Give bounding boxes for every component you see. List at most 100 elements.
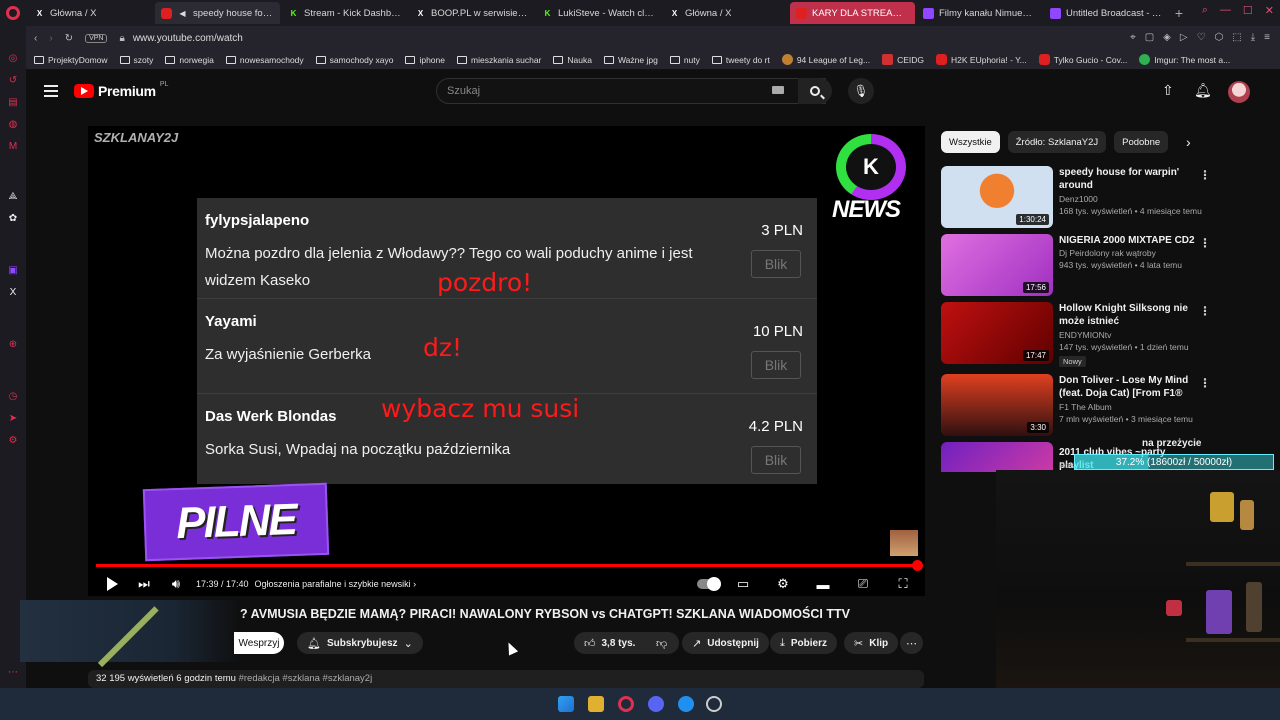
progress-bar[interactable]	[96, 564, 917, 567]
fullscreen-icon[interactable]: ⛶	[887, 572, 919, 596]
dislike-button[interactable]: 👎︎	[644, 632, 680, 654]
bookmark-item[interactable]: mieszkania suchar	[457, 55, 541, 65]
autoplay-toggle[interactable]	[697, 577, 721, 591]
bookmark-item[interactable]: norwegia	[165, 55, 214, 65]
youtube-premium-logo[interactable]: Premium PL	[74, 81, 168, 99]
chip-similar[interactable]: Podobne	[1114, 131, 1169, 153]
recommendation-item[interactable]: 17:56 NIGERIA 2000 MIXTAPE CD2 Dj Peirdo…	[941, 234, 1271, 296]
bookmark-item[interactable]: Nauka	[553, 55, 592, 65]
play-button[interactable]	[96, 572, 128, 596]
tab-6[interactable]: KARY DLA STREAMERÓW	[790, 2, 915, 24]
history-icon[interactable]: ↺	[7, 74, 19, 86]
bookmark-item[interactable]: ProjektyDomow	[34, 55, 108, 65]
url-field[interactable]: www.youtube.com/watch	[133, 33, 243, 44]
play-icon[interactable]: ▷	[1180, 32, 1188, 43]
snapshot-icon[interactable]: ▢	[1145, 32, 1154, 43]
bookmark-item[interactable]: iphone	[405, 55, 445, 65]
file-explorer-icon[interactable]	[588, 696, 604, 712]
chip-all[interactable]: Wszystkie	[941, 131, 1000, 153]
keyboard-icon[interactable]	[772, 86, 784, 94]
chip-source[interactable]: Źródło: SzklanaY2J	[1007, 131, 1107, 153]
tab-0[interactable]: X Główna / X	[28, 2, 153, 24]
bookmark-item[interactable]: samochody xayo	[315, 55, 393, 65]
maximize-icon[interactable]: ☐	[1243, 4, 1253, 17]
add-icon[interactable]: ⊕	[7, 338, 19, 350]
more-icon[interactable]: ⋯	[7, 666, 19, 678]
progress-scrubber[interactable]	[912, 560, 923, 571]
discord-icon[interactable]	[648, 696, 664, 712]
video-thumbnail[interactable]: 17:47	[941, 302, 1053, 364]
avatar[interactable]	[1228, 81, 1250, 103]
download-icon[interactable]: ⤓	[1251, 32, 1255, 43]
aria-icon[interactable]: ◎	[7, 52, 19, 64]
description-box[interactable]: 32 195 wyświetleń 6 godzin temu #redakcj…	[88, 670, 924, 688]
search-input[interactable]: Szukaj	[436, 78, 826, 104]
apps-icon[interactable]: ⟁	[7, 190, 19, 202]
back-icon[interactable]: ‹	[34, 33, 37, 44]
reload-icon[interactable]: ↻	[65, 33, 73, 44]
tab-5[interactable]: X Główna / X	[663, 2, 788, 24]
forward-icon[interactable]: ›	[49, 33, 52, 44]
vpn-badge[interactable]: VPN	[85, 33, 108, 43]
bookmark-item[interactable]: nuty	[669, 55, 700, 65]
tab-3[interactable]: X BOOP.PL w serwisie X: „	[409, 2, 534, 24]
volume-button[interactable]: 🔊︎	[160, 572, 192, 596]
notifications-bell-icon[interactable]: 🔔︎	[1194, 82, 1212, 99]
clip-button[interactable]: ✂ Klip	[844, 632, 899, 654]
extensions-icon[interactable]: ⬡	[1215, 32, 1224, 43]
video-thumbnail[interactable]: 17:56	[941, 234, 1053, 296]
tab-1[interactable]: ◀speedy house for warpin' around	[155, 2, 280, 24]
heart-icon[interactable]: ♡	[1197, 32, 1206, 43]
hamburger-menu-icon[interactable]	[44, 85, 58, 97]
minimize-icon[interactable]: —	[1220, 4, 1231, 17]
recommendation-item[interactable]: 1:30:24 speedy house for warpin' around …	[941, 166, 1271, 228]
tab-2[interactable]: K Stream - Kick Dashboard	[282, 2, 407, 24]
bookmark-item[interactable]: H2K EUphoria! - Y...	[936, 54, 1027, 65]
bookmark-item[interactable]: szoty	[119, 55, 153, 65]
video-thumbnail[interactable]: 3:30	[941, 374, 1053, 436]
chapter-title[interactable]: Ogłoszenia parafialne i szybkie newsiki …	[255, 579, 417, 589]
next-button[interactable]: ⏭	[128, 572, 160, 596]
x-icon[interactable]: X	[7, 286, 19, 298]
mail-icon[interactable]: M	[7, 140, 19, 152]
microphone-icon[interactable]: 🎙︎	[848, 78, 874, 104]
recommendation-item[interactable]: 3:30 Don Toliver - Lose My Mind (feat. D…	[941, 374, 1271, 436]
bookmark-item[interactable]: 94 League of Leg...	[781, 54, 870, 65]
search-tabs-icon[interactable]: ⌕	[1202, 4, 1208, 17]
new-tab-button[interactable]: +	[1169, 5, 1189, 21]
messenger-icon[interactable]: ◍	[7, 118, 19, 130]
video-thumbnail[interactable]	[941, 442, 1053, 472]
more-vertical-icon[interactable]: ⋮	[1199, 376, 1211, 390]
bookmark-item[interactable]: CEIDG	[882, 54, 924, 65]
chevron-right-icon[interactable]: ›	[1186, 134, 1191, 150]
support-button[interactable]: Wesprzyj	[234, 632, 284, 654]
bookmark-item[interactable]: Ważne jpg	[603, 55, 658, 65]
subtitles-icon[interactable]: ▭	[727, 572, 759, 596]
download-button[interactable]: ⤓ Pobierz	[770, 632, 837, 654]
box-icon[interactable]: ⬚	[1232, 32, 1241, 43]
send-icon[interactable]: ➤	[7, 412, 19, 424]
pin-icon[interactable]: ⌖	[1130, 32, 1136, 43]
opera-icon[interactable]	[618, 696, 634, 712]
bookmark-item[interactable]: tweety do rt	[711, 55, 770, 65]
video-thumbnail[interactable]: 1:30:24	[941, 166, 1053, 228]
theater-mode-icon[interactable]: ▬	[807, 572, 839, 596]
twitch-icon[interactable]: ▣	[7, 264, 19, 276]
search-button[interactable]	[798, 78, 832, 104]
more-vertical-icon[interactable]: ⋮	[1199, 304, 1211, 318]
wallet-icon[interactable]: ▤	[7, 96, 19, 108]
bookmark-item[interactable]: nowesamochody	[225, 55, 304, 65]
windows-start-icon[interactable]	[558, 696, 574, 712]
close-icon[interactable]: ✕	[1265, 4, 1274, 17]
tab-4[interactable]: KLukiSteve - Watch clips on Kick	[536, 2, 661, 24]
shield-icon[interactable]: ◈	[1163, 32, 1171, 43]
opera-logo-icon[interactable]	[0, 0, 26, 26]
chatgpt-icon[interactable]: ✿	[7, 212, 19, 224]
clock-icon[interactable]: ◷	[7, 390, 19, 402]
cast-icon[interactable]: ⎚	[847, 572, 879, 596]
share-button[interactable]: ↗ Udostępnij	[682, 632, 769, 654]
subscribe-button[interactable]: 🔔︎ Subskrybujesz ⌄	[297, 632, 423, 654]
tab-7[interactable]: Filmy kanału Nimuena_	[917, 2, 1042, 24]
settings-gear-icon[interactable]: ⚙	[767, 572, 799, 596]
upload-icon[interactable]: ⇧	[1162, 82, 1174, 99]
